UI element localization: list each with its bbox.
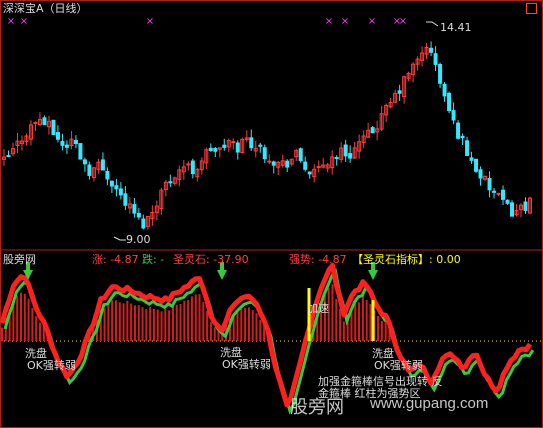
candle-body bbox=[33, 121, 38, 124]
high-price-label: 14.41 bbox=[440, 21, 472, 34]
stone-label: 圣灵石: -37.90 bbox=[173, 253, 249, 266]
down-arrow-icon bbox=[217, 270, 227, 280]
candle-body bbox=[456, 122, 461, 139]
watermark-cn: 股旁网 bbox=[290, 397, 344, 418]
annotation-a3: 洗盘 bbox=[220, 345, 242, 359]
indicator-name-label: 股旁网 bbox=[3, 253, 36, 266]
signal-marker: × bbox=[399, 16, 407, 27]
candle-body bbox=[343, 144, 348, 157]
candle-body bbox=[348, 153, 353, 159]
candle-body bbox=[451, 110, 456, 121]
candle-body bbox=[523, 201, 528, 211]
candle-body bbox=[447, 92, 452, 112]
candle-body bbox=[123, 193, 128, 206]
candle-body bbox=[190, 160, 195, 175]
candle-body bbox=[109, 180, 114, 187]
candle-body bbox=[429, 47, 434, 53]
candle-body bbox=[42, 117, 47, 126]
annotation-a8: 加强金箍棒信号出现转 反 bbox=[318, 374, 443, 388]
candle-body bbox=[442, 83, 447, 97]
indicator-lines bbox=[0, 262, 535, 415]
candle-body bbox=[235, 142, 240, 153]
high-pointer bbox=[426, 21, 439, 27]
candle-body bbox=[478, 169, 483, 179]
candle-body bbox=[208, 147, 213, 151]
candle-body bbox=[505, 199, 510, 204]
candle-body bbox=[307, 171, 312, 175]
candle-body bbox=[136, 212, 141, 218]
signal-marker: × bbox=[146, 16, 154, 27]
annotation-a4: OK强转弱 bbox=[222, 357, 271, 371]
fall-label: 跌: - bbox=[142, 253, 165, 266]
candle-body bbox=[82, 159, 87, 165]
candle-body bbox=[64, 144, 69, 148]
candle-body bbox=[496, 192, 501, 195]
candle-body bbox=[487, 178, 492, 191]
candle-body bbox=[285, 160, 290, 168]
candle-body bbox=[100, 159, 105, 171]
strength-label: 强势: -4.87 bbox=[289, 253, 347, 266]
candle-body bbox=[168, 181, 173, 184]
low-price-label: 9.00 bbox=[126, 233, 151, 246]
candle-body bbox=[141, 218, 146, 229]
candle-body bbox=[334, 157, 339, 160]
annotation-a2: OK强转弱 bbox=[27, 358, 76, 372]
signal-marker: × bbox=[341, 16, 349, 27]
candle-body bbox=[262, 147, 267, 160]
candle-body bbox=[73, 139, 78, 145]
indicator-main-line bbox=[0, 262, 533, 408]
candle-body bbox=[105, 170, 110, 180]
candle-body bbox=[433, 53, 438, 65]
candle-body bbox=[298, 148, 303, 162]
signal-marker: × bbox=[325, 16, 333, 27]
annotation-a6: 洗盘 bbox=[372, 346, 394, 360]
rise-label: 涨: -4.87 bbox=[92, 253, 139, 266]
annotation-a7: OK强转弱 bbox=[374, 358, 423, 372]
candle-body bbox=[231, 141, 236, 144]
candle-body bbox=[55, 132, 60, 140]
candle-body bbox=[51, 119, 56, 135]
candlestick-series bbox=[2, 41, 532, 230]
candle-body bbox=[118, 188, 123, 196]
close-square-icon[interactable] bbox=[526, 3, 537, 14]
candle-body bbox=[132, 204, 137, 214]
chart-title: 深深宝A（日线） bbox=[3, 2, 88, 15]
down-arrow-icon bbox=[368, 270, 378, 280]
candle-body bbox=[469, 157, 474, 161]
annotation-a5: 加速 bbox=[307, 302, 329, 315]
candle-body bbox=[186, 163, 191, 166]
candle-body bbox=[397, 90, 402, 94]
candle-body bbox=[87, 164, 92, 176]
indicator-bars bbox=[1, 284, 391, 341]
candle-body bbox=[78, 143, 83, 160]
indicator-title-label: 【圣灵石指标】: 0.00 bbox=[352, 253, 461, 266]
watermark-url: www.gupang.com bbox=[370, 395, 489, 412]
signal-markers: × × × × × × ×× bbox=[7, 16, 407, 27]
candle-body bbox=[114, 185, 119, 190]
candle-body bbox=[249, 137, 254, 149]
candle-body bbox=[303, 161, 308, 170]
candle-body bbox=[6, 155, 11, 158]
low-pointer bbox=[113, 236, 126, 241]
signal-marker: × bbox=[20, 16, 28, 27]
candle-body bbox=[258, 144, 263, 147]
candle-body bbox=[501, 189, 506, 200]
candle-body bbox=[222, 144, 227, 148]
candle-body bbox=[460, 135, 465, 139]
candle-body bbox=[213, 147, 218, 152]
candle-body bbox=[267, 160, 272, 163]
price-labels: 14.41 9.00 bbox=[113, 21, 472, 246]
candle-body bbox=[465, 140, 470, 156]
candle-body bbox=[438, 63, 443, 84]
candle-body bbox=[474, 158, 479, 172]
chart-canvas: × × × × × × ×× 14.419.00 洗盘OK强转弱洗盘OK强转弱加速洗盘OK强… bbox=[0, 0, 543, 428]
candle-body bbox=[271, 161, 276, 166]
signal-marker: × bbox=[368, 16, 376, 27]
candle-body bbox=[60, 141, 65, 146]
signal-marker: × bbox=[7, 16, 15, 27]
candle-body bbox=[510, 202, 515, 217]
candle-body bbox=[370, 127, 375, 134]
annotation-a1: 洗盘 bbox=[25, 346, 47, 360]
candle-body bbox=[492, 190, 497, 193]
